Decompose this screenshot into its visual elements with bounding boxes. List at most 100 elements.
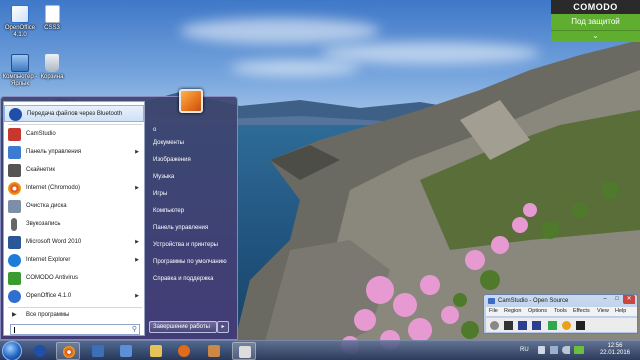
chevron-right-icon: ▶ bbox=[12, 312, 17, 318]
start-search-input[interactable]: ⚲ bbox=[10, 324, 140, 335]
menu-help[interactable]: Help bbox=[615, 307, 626, 316]
openoffice-icon bbox=[11, 5, 29, 23]
stop-icon[interactable] bbox=[518, 321, 527, 330]
menu-region[interactable]: Region bbox=[504, 307, 521, 316]
start-right-music[interactable]: Музыка bbox=[151, 171, 235, 184]
comodo-icon bbox=[8, 272, 21, 285]
control-panel-icon bbox=[8, 146, 21, 159]
start-right-documents[interactable]: Документы bbox=[151, 137, 235, 150]
start-item-disk-cleanup[interactable]: Очистка диска bbox=[4, 198, 144, 215]
start-right-default-programs[interactable]: Программы по умолчанию bbox=[151, 256, 235, 269]
start-item-label: Internet Explorer bbox=[26, 257, 71, 263]
chromodo-icon bbox=[8, 182, 21, 195]
taskbar-media-player[interactable] bbox=[172, 342, 196, 360]
start-item-bluetooth[interactable]: Передача файлов через Bluetooth bbox=[4, 105, 144, 122]
start-right-devices-printers[interactable]: Устройства и принтеры bbox=[151, 239, 235, 252]
system-clock[interactable]: 12:56 22.01.2016 bbox=[600, 343, 630, 357]
autopan-icon[interactable] bbox=[548, 321, 557, 330]
chromodo-icon bbox=[63, 346, 75, 358]
start-item-chromodo[interactable]: Internet (Chromodo) ▶ bbox=[4, 180, 144, 197]
clock-date: 22.01.2016 bbox=[599, 350, 630, 356]
file-icon bbox=[44, 5, 60, 23]
search-icon[interactable]: ⚲ bbox=[132, 325, 137, 335]
battery-icon[interactable] bbox=[574, 346, 584, 354]
comodo-brand: COMODO bbox=[551, 0, 640, 14]
taskbar-control-panel[interactable] bbox=[114, 342, 138, 360]
bluetooth-icon bbox=[34, 345, 46, 357]
region-icon[interactable] bbox=[532, 321, 541, 330]
bluetooth-icon bbox=[9, 108, 22, 121]
chevron-down-icon[interactable]: ⌄ bbox=[551, 30, 640, 42]
menu-file[interactable]: File bbox=[489, 307, 498, 316]
minimize-button[interactable]: – bbox=[599, 295, 611, 304]
taskbar: RU 12:56 22.01.2016 bbox=[0, 340, 640, 360]
menu-effects[interactable]: Effects bbox=[573, 307, 590, 316]
desktop-icon-label: CSS3 bbox=[44, 25, 60, 31]
computer-icon bbox=[11, 54, 29, 72]
folder-icon bbox=[150, 345, 162, 357]
text-caret bbox=[14, 327, 15, 333]
pause-icon[interactable] bbox=[504, 321, 513, 330]
taskbar-app[interactable] bbox=[86, 342, 110, 360]
settings-icon[interactable] bbox=[562, 321, 571, 330]
window-title: CamStudio - Open Source bbox=[498, 298, 569, 304]
paint-icon bbox=[208, 345, 220, 357]
menu-view[interactable]: View bbox=[597, 307, 609, 316]
submenu-arrow-icon: ▶ bbox=[135, 239, 139, 245]
start-menu: Передача файлов через Bluetooth CamStudi… bbox=[0, 89, 238, 340]
media-player-icon bbox=[178, 345, 190, 357]
camstudio-window: CamStudio - Open Source – □ ✕ File Regio… bbox=[483, 294, 638, 334]
start-item-skynetic[interactable]: Скайнетик bbox=[4, 162, 144, 179]
shutdown-options-button[interactable]: ▸ bbox=[217, 321, 229, 333]
start-item-label: OpenOffice 4.1.0 bbox=[26, 293, 72, 299]
start-item-internet-explorer[interactable]: Internet Explorer ▶ bbox=[4, 252, 144, 269]
start-item-label: COMODO Antivirus bbox=[26, 275, 79, 281]
divider bbox=[8, 307, 142, 308]
camstudio-icon bbox=[488, 298, 495, 304]
maximize-button[interactable]: □ bbox=[611, 295, 623, 304]
start-item-label: Internet (Chromodo) bbox=[26, 185, 81, 191]
disk-cleanup-icon bbox=[8, 200, 21, 213]
start-item-openoffice[interactable]: OpenOffice 4.1.0 ▶ bbox=[4, 288, 144, 305]
menu-tools[interactable]: Tools bbox=[554, 307, 567, 316]
start-item-label: Звукозапись bbox=[26, 221, 61, 227]
user-avatar[interactable] bbox=[179, 89, 203, 113]
camstudio-icon bbox=[8, 128, 21, 141]
volume-icon[interactable] bbox=[562, 346, 570, 354]
desktop-icon-label: Корзина bbox=[40, 74, 64, 80]
annotation-icon[interactable] bbox=[576, 321, 585, 330]
desktop-icon-recycle-bin[interactable]: Корзина bbox=[32, 54, 72, 81]
taskbar-camstudio[interactable] bbox=[232, 342, 256, 360]
desktop-icon-css3[interactable]: CSS3 bbox=[32, 5, 72, 32]
taskbar-explorer[interactable] bbox=[144, 342, 168, 360]
start-right-computer[interactable]: Компьютер bbox=[151, 205, 235, 218]
toolbar bbox=[486, 317, 637, 332]
network-icon[interactable] bbox=[550, 346, 558, 354]
taskbar-chromodo[interactable] bbox=[56, 342, 80, 360]
shutdown-button[interactable]: Завершение работы bbox=[149, 321, 217, 333]
record-icon[interactable] bbox=[490, 321, 499, 330]
clock-time: 12:56 bbox=[607, 343, 623, 349]
comodo-widget[interactable]: COMODO Под защитой ⌄ bbox=[551, 0, 640, 42]
start-right-user[interactable]: o bbox=[151, 124, 235, 137]
start-item-camstudio[interactable]: CamStudio bbox=[4, 126, 144, 143]
close-button[interactable]: ✕ bbox=[623, 295, 635, 304]
start-right-games[interactable]: Игры bbox=[151, 188, 235, 201]
all-programs-button[interactable]: ▶ Все программы bbox=[4, 309, 144, 321]
flag-icon[interactable] bbox=[538, 346, 545, 354]
start-button[interactable] bbox=[2, 341, 22, 360]
all-programs-label: Все программы bbox=[26, 312, 70, 318]
menu-options[interactable]: Options bbox=[528, 307, 547, 316]
taskbar-paint[interactable] bbox=[202, 342, 226, 360]
start-item-control-panel[interactable]: Панель управления ▶ bbox=[4, 144, 144, 161]
start-right-control-panel[interactable]: Панель управления bbox=[151, 222, 235, 235]
recycle-bin-icon bbox=[45, 54, 59, 72]
taskbar-bluetooth[interactable] bbox=[28, 342, 52, 360]
tray-language[interactable]: RU bbox=[520, 347, 529, 353]
start-item-word[interactable]: Microsoft Word 2010 ▶ bbox=[4, 234, 144, 251]
start-item-label: Передача файлов через Bluetooth bbox=[27, 111, 123, 117]
start-item-comodo-antivirus[interactable]: COMODO Antivirus bbox=[4, 270, 144, 287]
start-right-pictures[interactable]: Изображения bbox=[151, 154, 235, 167]
start-right-help[interactable]: Справка и поддержка bbox=[151, 273, 235, 286]
start-item-sound-recorder[interactable]: Звукозапись bbox=[4, 216, 144, 233]
